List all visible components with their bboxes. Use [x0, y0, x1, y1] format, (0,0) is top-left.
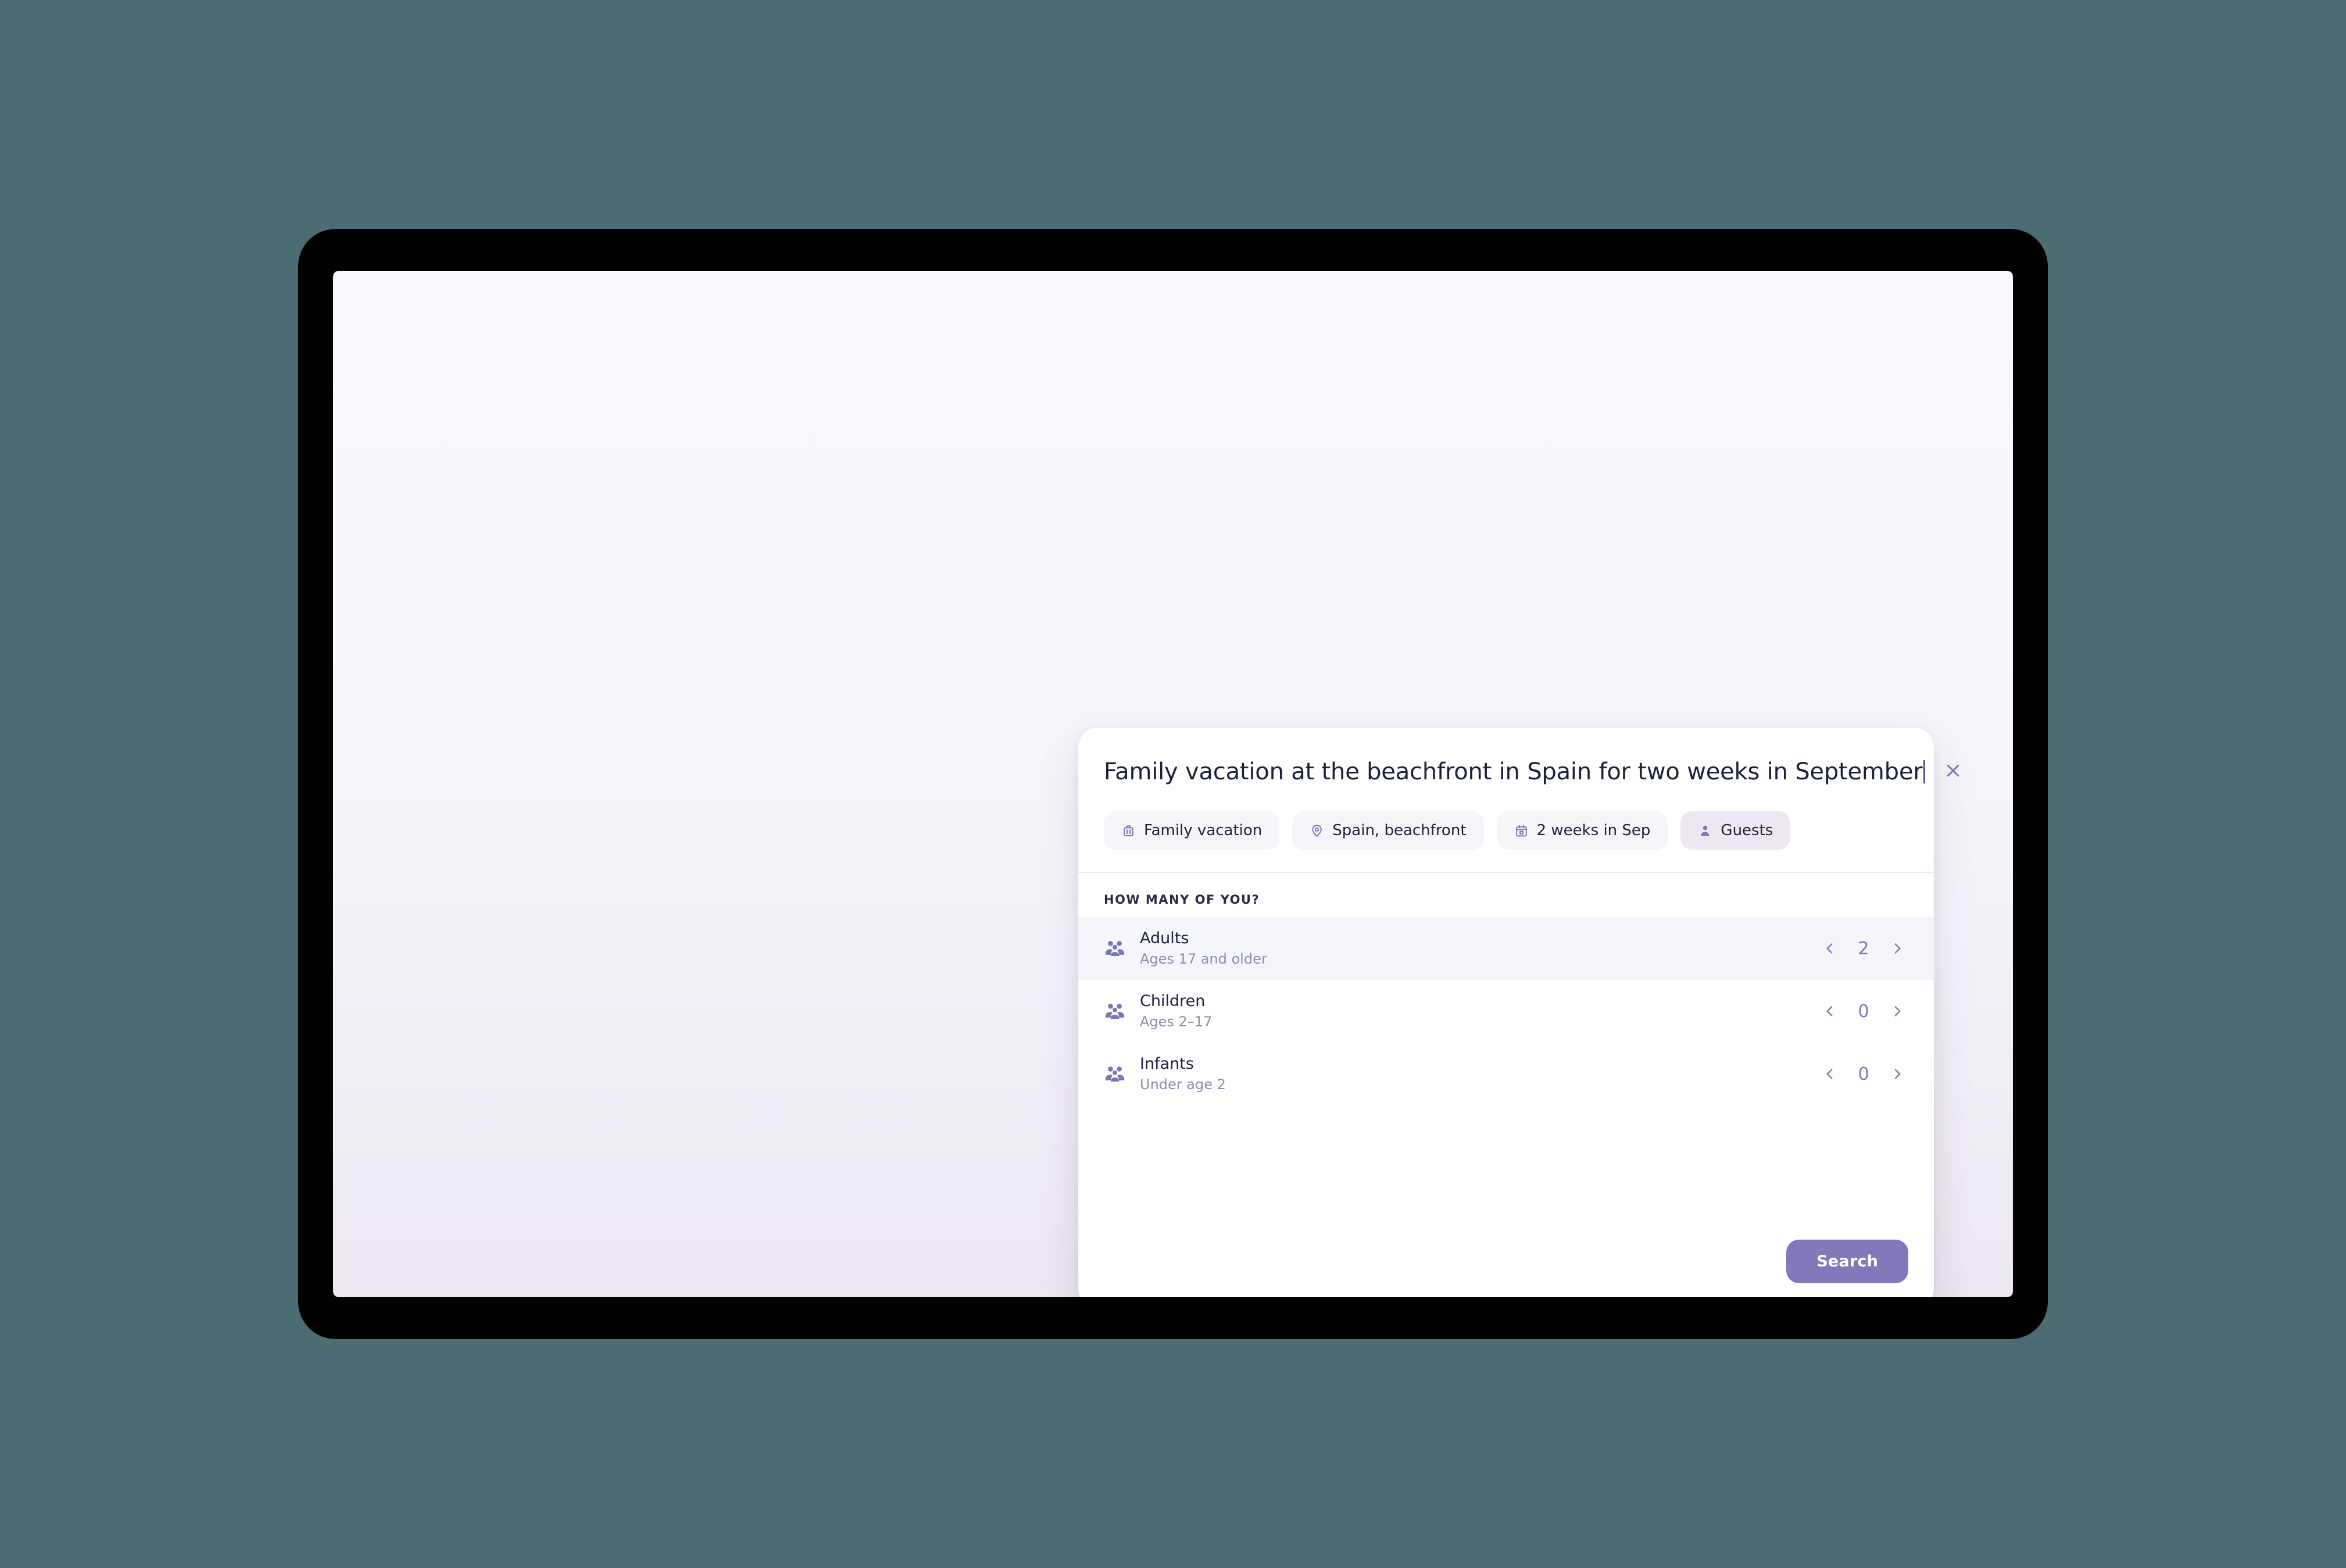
chevron-right-icon	[1890, 1066, 1905, 1082]
guest-row-infants[interactable]: Infants Under age 2 0	[1078, 1043, 1934, 1105]
guest-info: Adults Ages 17 and older	[1140, 929, 1819, 969]
adults-count: 2	[1858, 938, 1869, 959]
trip-query-input[interactable]: Family vacation at the beachfront in Spa…	[1104, 758, 1925, 786]
trip-query-text: Family vacation at the beachfront in Spa…	[1104, 758, 1923, 785]
close-button[interactable]	[1937, 754, 1969, 787]
infants-decrement-button[interactable]	[1819, 1063, 1841, 1085]
adults-increment-button[interactable]	[1886, 937, 1908, 960]
chevron-right-icon	[1890, 1004, 1905, 1019]
person-icon	[1698, 824, 1712, 838]
people-group-icon	[1104, 937, 1140, 960]
guest-info: Children Ages 2–17	[1140, 991, 1819, 1032]
tablet-device-frame: Family vacation at the beachfront in Spa…	[298, 229, 2048, 1339]
chip-label: Family vacation	[1144, 822, 1263, 839]
calendar-icon	[1514, 824, 1529, 838]
children-count: 0	[1858, 1001, 1869, 1022]
guest-name: Adults	[1140, 929, 1189, 947]
chip-label: 2 weeks in Sep	[1536, 822, 1651, 839]
chip-guests[interactable]: Guests	[1680, 811, 1791, 850]
chip-destination[interactable]: Spain, beachfront	[1292, 811, 1484, 850]
map-pin-icon	[1310, 824, 1324, 838]
children-stepper: 0	[1819, 1000, 1908, 1022]
guests-panel: HOW MANY OF YOU? Adults Ages 17 and olde…	[1078, 873, 1934, 1240]
adults-stepper: 2	[1819, 937, 1908, 960]
guest-subtitle: Ages 2–17	[1140, 1014, 1213, 1030]
guest-subtitle: Under age 2	[1140, 1076, 1226, 1093]
chevron-left-icon	[1822, 1004, 1837, 1019]
guests-section-label: HOW MANY OF YOU?	[1104, 893, 1260, 907]
chevron-right-icon	[1890, 941, 1905, 956]
chip-family-vacation[interactable]: Family vacation	[1104, 811, 1280, 850]
guest-row-adults[interactable]: Adults Ages 17 and older 2	[1078, 917, 1934, 980]
chip-label: Guests	[1721, 822, 1773, 839]
query-row: Family vacation at the beachfront in Spa…	[1104, 758, 1959, 787]
infants-stepper: 0	[1819, 1063, 1908, 1085]
infants-increment-button[interactable]	[1886, 1063, 1908, 1085]
chip-label: Spain, beachfront	[1332, 822, 1467, 839]
guest-name: Children	[1140, 991, 1206, 1010]
text-caret	[1923, 760, 1925, 783]
children-decrement-button[interactable]	[1819, 1000, 1841, 1022]
card-header: Family vacation at the beachfront in Spa…	[1078, 728, 1959, 872]
adults-decrement-button[interactable]	[1819, 937, 1841, 960]
search-button[interactable]: Search	[1786, 1240, 1908, 1283]
chevron-left-icon	[1822, 941, 1837, 956]
chip-dates[interactable]: 2 weeks in Sep	[1496, 811, 1668, 850]
chevron-left-icon	[1822, 1066, 1837, 1082]
people-group-icon	[1104, 1063, 1140, 1085]
tablet-screen: Family vacation at the beachfront in Spa…	[333, 271, 2013, 1297]
infants-count: 0	[1858, 1064, 1869, 1084]
card-footer: Search	[1078, 1240, 1934, 1297]
children-increment-button[interactable]	[1886, 1000, 1908, 1022]
filter-chip-row: Family vacation Spain, beachfront 2 week…	[1104, 811, 1908, 872]
trip-search-card: Family vacation at the beachfront in Spa…	[1078, 728, 1959, 1297]
guest-name: Infants	[1140, 1054, 1194, 1073]
guest-subtitle: Ages 17 and older	[1140, 951, 1267, 968]
suitcase-icon	[1121, 824, 1136, 838]
people-group-icon	[1104, 1000, 1140, 1022]
guest-row-children[interactable]: Children Ages 2–17 0	[1078, 980, 1934, 1043]
guest-info: Infants Under age 2	[1140, 1054, 1819, 1094]
close-icon	[1944, 762, 1962, 779]
